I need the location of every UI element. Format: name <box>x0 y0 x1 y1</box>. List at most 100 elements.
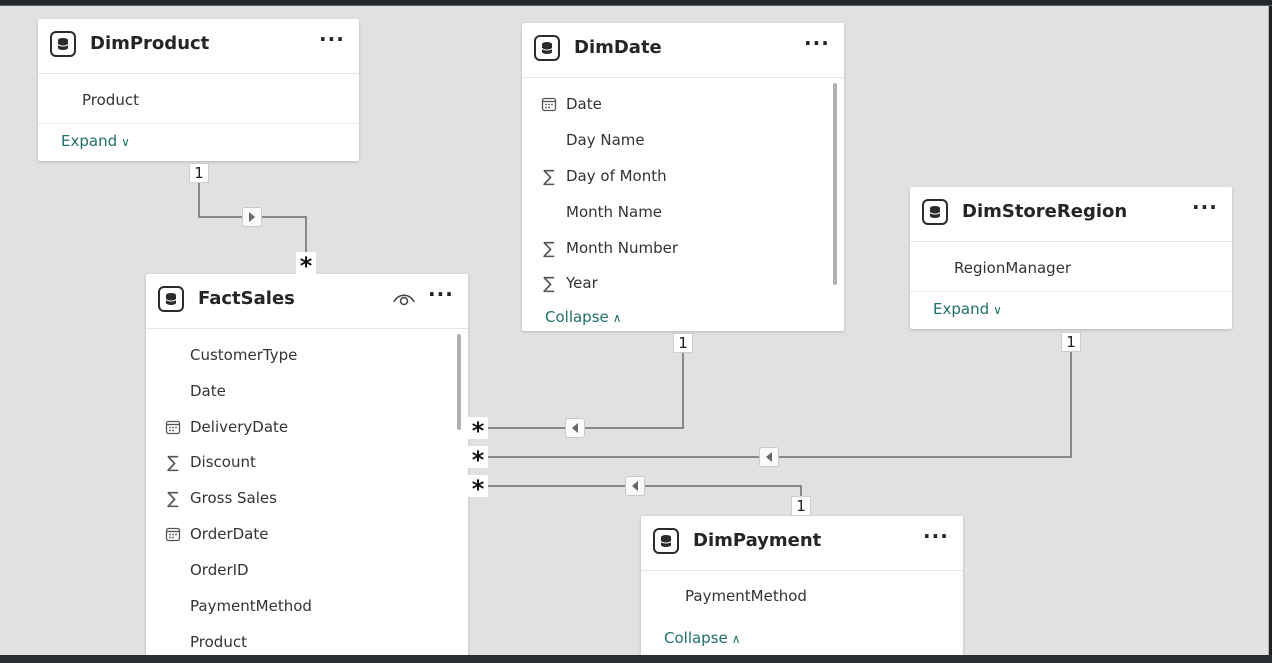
more-options-icon[interactable]: ··· <box>428 284 453 310</box>
table-header[interactable]: FactSales ··· <box>146 274 468 329</box>
field-row[interactable]: ∑ Month Number <box>522 231 844 267</box>
field-row[interactable]: DeliveryDate <box>146 410 468 446</box>
field-row[interactable]: ∑ Discount <box>146 445 468 481</box>
cardinality-one-badge: 1 <box>673 333 693 353</box>
field-row[interactable]: ∑ Gross Sales <box>146 481 468 517</box>
sigma-icon: ∑ <box>543 239 555 259</box>
scrollbar[interactable] <box>833 83 837 285</box>
field-label: Year <box>566 274 598 292</box>
field-row[interactable]: Product <box>146 625 468 655</box>
cardinality-many-marker: * <box>296 252 316 280</box>
calendar-icon <box>164 419 182 437</box>
window-bottom-border <box>0 655 1272 663</box>
database-icon <box>50 31 76 57</box>
field-row[interactable]: PaymentMethod <box>146 589 468 625</box>
field-row[interactable]: OrderID <box>146 553 468 589</box>
collapse-toggle[interactable]: Collapse ∧ <box>545 308 622 326</box>
more-options-icon[interactable]: ··· <box>1192 197 1217 223</box>
eye-icon[interactable] <box>392 290 416 308</box>
field-label: Month Name <box>566 203 663 221</box>
database-icon <box>534 35 560 61</box>
chevron-up-icon: ∧ <box>731 632 741 646</box>
expand-toggle[interactable]: Expand ∨ <box>933 300 1002 318</box>
filter-direction-arrow-right-icon[interactable] <box>242 207 262 227</box>
field-label: PaymentMethod <box>190 597 312 615</box>
table-card-dimstoreregion[interactable]: DimStoreRegion ··· RegionManager Expand ∨ <box>910 187 1232 329</box>
filter-direction-arrow-left-icon[interactable] <box>565 418 585 438</box>
sigma-icon: ∑ <box>167 489 179 509</box>
database-icon <box>653 528 679 554</box>
field-row[interactable]: Date <box>146 374 468 410</box>
collapse-label: Collapse <box>664 629 728 647</box>
cardinality-one-badge: 1 <box>1061 332 1081 352</box>
field-label: Day Name <box>566 131 645 149</box>
more-options-icon[interactable]: ··· <box>923 526 948 552</box>
field-label: OrderID <box>190 561 249 579</box>
more-options-icon[interactable]: ··· <box>319 29 344 55</box>
field-label: Date <box>190 382 226 400</box>
calendar-icon <box>164 526 182 544</box>
field-row[interactable]: Day Name <box>522 123 844 159</box>
table-title: DimPayment <box>693 530 822 551</box>
scrollbar[interactable] <box>457 334 461 430</box>
expand-label: Expand <box>61 132 118 150</box>
chevron-up-icon: ∧ <box>612 311 622 325</box>
cardinality-one-badge: 1 <box>189 163 209 183</box>
field-row[interactable]: PaymentMethod <box>641 579 963 615</box>
table-card-dimproduct[interactable]: DimProduct ··· Product Expand ∨ <box>38 19 359 161</box>
field-label: Month Number <box>566 239 679 257</box>
database-icon <box>158 286 184 312</box>
collapse-toggle[interactable]: Collapse ∧ <box>664 629 741 647</box>
collapse-label: Collapse <box>545 308 609 326</box>
field-label: DeliveryDate <box>190 418 289 436</box>
field-row[interactable]: ∑ Year <box>522 266 844 302</box>
cardinality-many-marker: * <box>468 417 488 445</box>
chevron-down-icon: ∨ <box>993 303 1002 317</box>
table-card-dimdate[interactable]: DimDate ··· Date Day Name ∑ Day of Month… <box>522 23 844 331</box>
field-label: OrderDate <box>190 525 269 543</box>
divider <box>910 291 1232 292</box>
field-label: Gross Sales <box>190 489 277 507</box>
table-card-factsales[interactable]: FactSales ··· CustomerType Date Delivery… <box>146 274 468 655</box>
table-title: DimProduct <box>90 33 210 54</box>
model-view-canvas[interactable]: DimProduct ··· Product Expand ∨ DimDate ·… <box>0 6 1269 655</box>
expand-label: Expand <box>933 300 990 318</box>
field-label: Product <box>190 633 247 651</box>
sigma-icon: ∑ <box>543 167 555 187</box>
field-row[interactable]: Date <box>522 87 844 123</box>
sigma-icon: ∑ <box>543 274 555 294</box>
field-row[interactable]: CustomerType <box>146 338 468 374</box>
filter-direction-arrow-left-icon[interactable] <box>759 447 779 467</box>
field-label: Discount <box>190 453 256 471</box>
table-title: DimStoreRegion <box>962 201 1128 222</box>
table-title: FactSales <box>198 288 295 309</box>
relationship-line-storeregion <box>488 350 1072 458</box>
chevron-down-icon: ∨ <box>121 135 130 149</box>
field-row[interactable]: Product <box>38 83 359 119</box>
table-card-dimpayment[interactable]: DimPayment ··· PaymentMethod Collapse ∧ <box>641 516 963 655</box>
field-row[interactable]: RegionManager <box>910 251 1232 287</box>
relationship-line-date <box>488 350 684 429</box>
table-title: DimDate <box>574 37 662 58</box>
field-label: Date <box>566 95 602 113</box>
cardinality-many-marker: * <box>468 475 488 503</box>
field-label: RegionManager <box>954 259 1072 277</box>
table-header[interactable]: DimDate ··· <box>522 23 844 78</box>
field-row[interactable]: Month Name <box>522 195 844 231</box>
cardinality-many-marker: * <box>468 446 488 474</box>
filter-direction-arrow-left-icon[interactable] <box>625 476 645 496</box>
expand-toggle[interactable]: Expand ∨ <box>61 132 130 150</box>
field-row[interactable]: OrderDate <box>146 517 468 553</box>
calendar-icon <box>540 96 558 114</box>
sigma-icon: ∑ <box>167 453 179 473</box>
database-icon <box>922 199 948 225</box>
table-header[interactable]: DimStoreRegion ··· <box>910 187 1232 242</box>
field-row[interactable]: ∑ Day of Month <box>522 159 844 195</box>
more-options-icon[interactable]: ··· <box>804 33 829 59</box>
table-header[interactable]: DimProduct ··· <box>38 19 359 74</box>
field-label: CustomerType <box>190 346 298 364</box>
field-label: Product <box>82 91 139 109</box>
field-label: Day of Month <box>566 167 667 185</box>
cardinality-one-badge: 1 <box>791 496 811 516</box>
table-header[interactable]: DimPayment ··· <box>641 516 963 571</box>
